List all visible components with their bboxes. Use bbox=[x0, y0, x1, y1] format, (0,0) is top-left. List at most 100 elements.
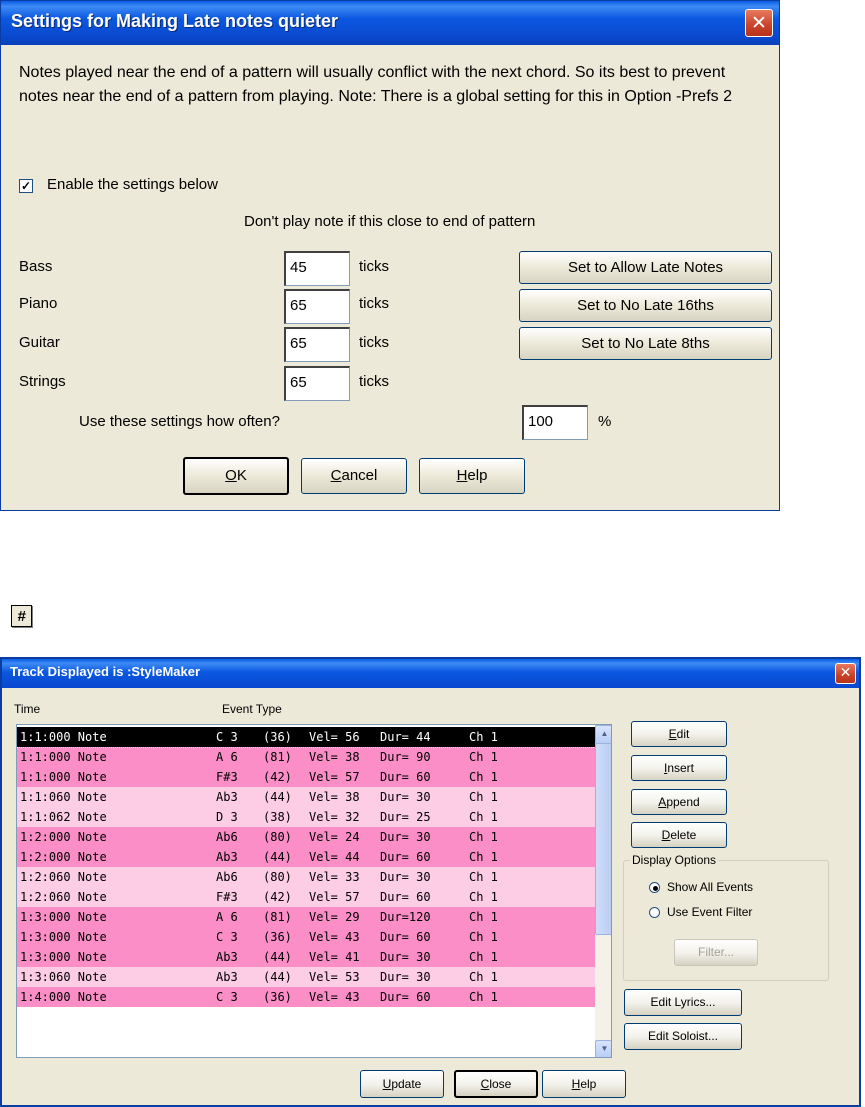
table-row[interactable]: 1:4:000 Note C 3 (36) Vel= 43 Dur= 60 Ch 1 bbox=[17, 987, 595, 1007]
show-all-events-label[interactable]: Show All Events bbox=[667, 880, 753, 894]
help-mnemonic: H bbox=[456, 467, 468, 484]
append-button[interactable]: Append bbox=[631, 789, 727, 815]
table-row[interactable]: 1:1:062 Note D 3 (38) Vel= 32 Dur= 25 Ch 1 bbox=[17, 807, 595, 827]
dialog-title-2: Track Displayed is :StyleMaker bbox=[10, 664, 201, 679]
table-row[interactable]: 1:1:000 Note C 3 (36) Vel= 56 Dur= 44 Ch 1 bbox=[17, 726, 596, 748]
cell-velocity: Vel= 33 bbox=[309, 870, 360, 884]
cell-number: (80) bbox=[263, 830, 292, 844]
table-row[interactable]: 1:3:000 Note A 6 (81) Vel= 29 Dur=120 Ch 1 bbox=[17, 907, 595, 927]
table-row[interactable]: 1:3:000 Note Ab3 (44) Vel= 41 Dur= 30 Ch 1 bbox=[17, 947, 595, 967]
edit-label: dit bbox=[676, 727, 690, 741]
use-event-filter-radio[interactable] bbox=[649, 907, 660, 918]
cell-note: Ab3 bbox=[216, 950, 238, 964]
table-row[interactable]: 1:2:060 Note Ab6 (80) Vel= 33 Dur= 30 Ch 1 bbox=[17, 867, 595, 887]
table-row[interactable]: 1:3:060 Note Ab3 (44) Vel= 53 Dur= 30 Ch 1 bbox=[17, 967, 595, 987]
cell-velocity: Vel= 43 bbox=[309, 930, 360, 944]
display-options-legend: Display Options bbox=[630, 853, 719, 867]
ok-button[interactable]: OK bbox=[183, 457, 289, 495]
cell-velocity: Vel= 38 bbox=[309, 790, 360, 804]
cell-number: (81) bbox=[263, 910, 292, 924]
table-row[interactable]: 1:3:000 Note C 3 (36) Vel= 43 Dur= 60 Ch 1 bbox=[17, 927, 595, 947]
cell-time: 1:2:060 Note bbox=[20, 870, 107, 884]
no-late-16ths-button[interactable]: Set to No Late 16ths bbox=[519, 289, 772, 322]
cell-channel: Ch 1 bbox=[469, 810, 498, 824]
no-late-8ths-button[interactable]: Set to No Late 8ths bbox=[519, 327, 772, 360]
piano-ticks-input[interactable]: 65 bbox=[284, 289, 350, 324]
table-row[interactable]: 1:2:060 Note F#3 (42) Vel= 57 Dur= 60 Ch 1 bbox=[17, 887, 595, 907]
help-button-2[interactable]: Help bbox=[542, 1070, 626, 1098]
cell-note: F#3 bbox=[216, 890, 238, 904]
cancel-button[interactable]: Cancel bbox=[301, 458, 407, 494]
cell-channel: Ch 1 bbox=[469, 770, 498, 784]
table-row[interactable]: 1:1:000 Note F#3 (42) Vel= 57 Dur= 60 Ch 1 bbox=[17, 767, 595, 787]
use-event-filter-label[interactable]: Use Event Filter bbox=[667, 905, 752, 919]
cell-number: (36) bbox=[263, 930, 292, 944]
table-row[interactable]: 1:1:060 Note Ab3 (44) Vel= 38 Dur= 30 Ch 1 bbox=[17, 787, 595, 807]
cell-duration: Dur= 30 bbox=[380, 950, 431, 964]
cell-duration: Dur= 60 bbox=[380, 850, 431, 864]
cell-velocity: Vel= 29 bbox=[309, 910, 360, 924]
scroll-up-icon[interactable]: ▲ bbox=[595, 725, 611, 744]
cell-velocity: Vel= 41 bbox=[309, 950, 360, 964]
edit-soloist-button[interactable]: Edit Soloist... bbox=[624, 1023, 742, 1050]
cell-number: (44) bbox=[263, 970, 292, 984]
cell-duration: Dur= 30 bbox=[380, 870, 431, 884]
strings-ticks-input[interactable]: 65 bbox=[284, 366, 350, 401]
piano-unit: ticks bbox=[359, 295, 389, 312]
scroll-down-icon[interactable]: ▼ bbox=[595, 1040, 611, 1057]
cell-time: 1:3:000 Note bbox=[20, 910, 107, 924]
cell-note: C 3 bbox=[216, 730, 238, 744]
update-button[interactable]: Update bbox=[360, 1070, 444, 1098]
edit-lyrics-button[interactable]: Edit Lyrics... bbox=[624, 989, 742, 1016]
cell-velocity: Vel= 44 bbox=[309, 850, 360, 864]
cell-note: C 3 bbox=[216, 990, 238, 1004]
cell-note: Ab3 bbox=[216, 790, 238, 804]
cell-velocity: Vel= 53 bbox=[309, 970, 360, 984]
insert-label: nsert bbox=[667, 761, 695, 775]
table-row[interactable]: 1:1:000 Note A 6 (81) Vel= 38 Dur= 90 Ch 1 bbox=[17, 747, 595, 767]
cell-time: 1:3:000 Note bbox=[20, 950, 107, 964]
close-icon[interactable]: ✕ bbox=[745, 9, 773, 37]
close-icon-2[interactable]: ✕ bbox=[835, 663, 856, 684]
delete-button[interactable]: Delete bbox=[631, 822, 727, 848]
cell-velocity: Vel= 38 bbox=[309, 750, 360, 764]
show-all-events-radio[interactable] bbox=[649, 882, 660, 893]
update-label: pdate bbox=[391, 1077, 422, 1091]
cell-number: (36) bbox=[263, 990, 292, 1004]
cell-duration: Dur= 60 bbox=[380, 770, 431, 784]
percent-unit: % bbox=[598, 413, 612, 430]
table-row[interactable]: 1:2:000 Note Ab6 (80) Vel= 24 Dur= 30 Ch 1 bbox=[17, 827, 595, 847]
enable-checkbox[interactable]: ✓ bbox=[19, 179, 33, 193]
guitar-label: Guitar bbox=[19, 334, 60, 351]
vertical-scrollbar[interactable]: ▲ ▼ bbox=[595, 725, 611, 1057]
cell-time: 1:2:000 Note bbox=[20, 830, 107, 844]
cell-channel: Ch 1 bbox=[469, 790, 498, 804]
help-button[interactable]: Help bbox=[419, 458, 525, 494]
cell-channel: Ch 1 bbox=[469, 730, 498, 744]
cell-velocity: Vel= 43 bbox=[309, 990, 360, 1004]
insert-button[interactable]: Insert bbox=[631, 755, 727, 781]
hash-icon[interactable]: # bbox=[11, 605, 32, 627]
cell-channel: Ch 1 bbox=[469, 750, 498, 764]
title-bar[interactable]: Settings for Making Late notes quieter ✕ bbox=[1, 1, 779, 45]
often-percent-input[interactable]: 100 bbox=[522, 405, 588, 440]
bass-ticks-input[interactable]: 45 bbox=[284, 251, 350, 286]
cell-channel: Ch 1 bbox=[469, 970, 498, 984]
close-button[interactable]: Close bbox=[454, 1070, 538, 1098]
late-notes-dialog: Settings for Making Late notes quieter ✕… bbox=[0, 0, 780, 511]
edit-button[interactable]: Edit bbox=[631, 721, 727, 747]
cell-duration: Dur= 30 bbox=[380, 790, 431, 804]
table-row[interactable]: 1:2:000 Note Ab3 (44) Vel= 44 Dur= 60 Ch 1 bbox=[17, 847, 595, 867]
cell-time: 1:1:000 Note bbox=[20, 770, 107, 784]
ok-label: K bbox=[236, 467, 247, 484]
event-list[interactable]: 1:4:000 Note C 3 (36) Vel= 43 Dur= 60 Ch 1 1:3… bbox=[16, 724, 612, 1058]
bass-unit: ticks bbox=[359, 258, 389, 275]
guitar-ticks-input[interactable]: 65 bbox=[284, 327, 350, 362]
cell-channel: Ch 1 bbox=[469, 930, 498, 944]
allow-late-notes-button[interactable]: Set to Allow Late Notes bbox=[519, 251, 772, 284]
filter-button[interactable]: Filter... bbox=[674, 939, 758, 966]
scroll-thumb[interactable] bbox=[595, 743, 611, 935]
cell-note: Ab6 bbox=[216, 830, 238, 844]
title-bar-2[interactable]: Track Displayed is :StyleMaker ✕ bbox=[2, 659, 859, 688]
enable-checkbox-label[interactable]: Enable the settings below bbox=[47, 176, 218, 193]
